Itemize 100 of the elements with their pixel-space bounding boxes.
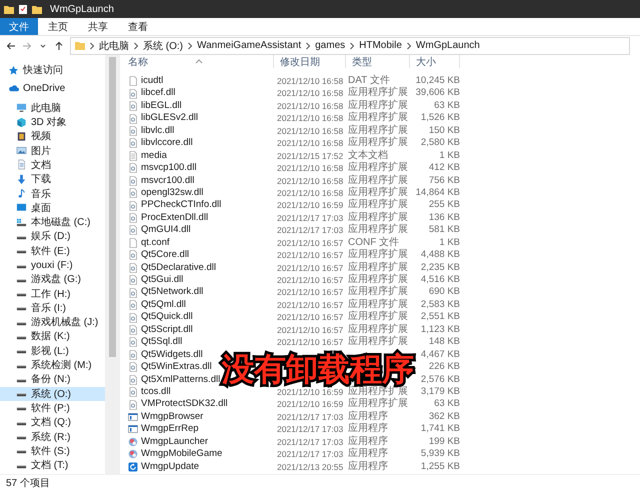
- back-arrow-icon[interactable]: [6, 40, 16, 50]
- sort-caret-icon: [195, 59, 203, 64]
- column-header[interactable]: 修改日期: [274, 55, 346, 68]
- overlay-caption: 没有卸载程序: [222, 352, 414, 387]
- date-cell: 2021/12/10 16:58: [277, 138, 344, 148]
- chevron-icon: [187, 42, 193, 50]
- file-item[interactable]: tcos.dll: [128, 386, 171, 398]
- date-cell: 2021/12/10 16:57: [277, 337, 344, 348]
- file-item[interactable]: media: [128, 150, 167, 162]
- breadcrumb[interactable]: WmGpLaunch: [416, 40, 480, 51]
- file-menu-button[interactable]: 文件: [0, 18, 38, 35]
- ribbon-tab[interactable]: 查看: [118, 18, 158, 35]
- file-item[interactable]: WmgpUpdate: [128, 460, 200, 473]
- date-cell: 2021/12/17 17:03: [277, 212, 344, 223]
- desktop-icon: [16, 202, 27, 214]
- file-name: WmgpBrowser: [141, 410, 204, 424]
- file-name: Qt5Declarative.dll: [141, 262, 216, 274]
- date-cell: 2021/12/10 16:58: [277, 126, 344, 136]
- sidebar-item[interactable]: 图片: [0, 143, 105, 158]
- file-item[interactable]: icudtl: [128, 75, 164, 88]
- sidebar-item[interactable]: 3D 对象: [0, 114, 105, 130]
- sidebar-item[interactable]: 游戏盘 (G:): [0, 272, 105, 286]
- file-item[interactable]: WmgpBrowser: [128, 411, 204, 424]
- file-item[interactable]: libcef.dll: [128, 88, 176, 100]
- file-item[interactable]: WmgpErrRep: [128, 423, 199, 436]
- sidebar-item[interactable]: 音乐: [0, 186, 105, 201]
- file-item[interactable]: Qt5Widgets.dll: [128, 348, 203, 361]
- column-header[interactable]: 名称: [120, 55, 274, 68]
- file-item[interactable]: Qt5Qml.dll: [128, 299, 186, 312]
- file-item[interactable]: QmGUI4.dll: [128, 224, 191, 236]
- file-item[interactable]: WmgpMobileGame: [128, 448, 222, 460]
- file-item[interactable]: Qt5WinExtras.dll: [128, 361, 212, 374]
- sidebar-item[interactable]: 游戏机械盘 (J:): [0, 315, 105, 330]
- sidebar-item[interactable]: 工作 (H:): [0, 286, 105, 301]
- file-name: WmgpErrRep: [141, 423, 199, 436]
- size-cell: 4,516 KB: [420, 274, 460, 285]
- app-icon: [128, 436, 138, 447]
- sidebar-item[interactable]: 系统 (R:): [0, 429, 105, 444]
- file-item[interactable]: msvcr100.dll: [128, 174, 194, 187]
- sidebar-item[interactable]: 软件 (S:): [0, 444, 105, 458]
- address-bar[interactable]: 此电脑 系统 (O:) WanmeiGameAssistant games HTMobile WmGpLaunch: [70, 36, 630, 54]
- scrollbar[interactable]: [105, 55, 120, 474]
- file-item[interactable]: libvlccore.dll: [128, 137, 193, 150]
- file-item[interactable]: Qt5Network.dll: [128, 286, 204, 299]
- sidebar-item[interactable]: 软件 (P:): [0, 400, 105, 416]
- up-arrow-icon[interactable]: [54, 40, 64, 50]
- breadcrumb[interactable]: 此电脑: [99, 38, 129, 52]
- sidebar-item[interactable]: 系统 (O:): [0, 386, 105, 401]
- file-item[interactable]: msvcp100.dll: [128, 162, 196, 174]
- file-item[interactable]: opengl32sw.dll: [128, 187, 204, 200]
- sidebar-item[interactable]: 下载: [0, 172, 105, 186]
- sidebar-item[interactable]: 备份 (N:): [0, 372, 105, 387]
- file-item[interactable]: VMProtectSDK32.dll: [128, 398, 228, 411]
- date-cell: 2021/12/10 16:57: [277, 300, 344, 310]
- file-item[interactable]: qt.conf: [128, 236, 170, 249]
- size-cell: 150 KB: [428, 124, 460, 136]
- chevron-icon: [305, 42, 312, 50]
- sidebar-item[interactable]: 文档: [0, 158, 105, 172]
- breadcrumb[interactable]: games: [315, 40, 346, 51]
- ribbon-tab[interactable]: 主页: [38, 18, 78, 35]
- file-name: WmgpLauncher: [141, 436, 208, 448]
- file-item[interactable]: libEGL.dll: [128, 100, 182, 112]
- breadcrumb[interactable]: WanmeiGameAssistant: [197, 40, 302, 51]
- date-cell: 2021/12/10 16:59: [277, 386, 344, 397]
- file-item[interactable]: PPCheckCTInfo.dll: [128, 200, 222, 212]
- sidebar-item[interactable]: 影视 (L:): [0, 344, 105, 358]
- sidebar-item[interactable]: 文档 (T:): [0, 458, 105, 472]
- sidebar-item[interactable]: 数据 (K:): [0, 329, 105, 344]
- sidebar-item[interactable]: 音乐 (I:): [0, 300, 105, 316]
- file-item[interactable]: WmgpLauncher: [128, 436, 208, 448]
- breadcrumb[interactable]: HTMobile: [359, 40, 402, 51]
- sidebar-item[interactable]: 娱乐 (D:): [0, 229, 105, 244]
- sidebar-item[interactable]: 文档 (Q:): [0, 415, 105, 430]
- file-item[interactable]: libGLESv2.dll: [128, 112, 198, 125]
- file-name: libvlc.dll: [141, 124, 174, 138]
- sidebar-item[interactable]: 本地磁盘 (C:): [0, 214, 105, 230]
- file-item[interactable]: Qt5Gui.dll: [128, 274, 184, 286]
- sidebar-item[interactable]: 系统检测 (M:): [0, 358, 105, 372]
- file-item[interactable]: Qt5Script.dll: [128, 324, 193, 336]
- sidebar-item[interactable]: 视频: [0, 129, 105, 144]
- sidebar-item[interactable]: 桌面: [0, 200, 105, 215]
- sidebar-item[interactable]: OneDrive: [0, 82, 105, 96]
- file-item[interactable]: Qt5Declarative.dll: [128, 262, 216, 274]
- sidebar-item[interactable]: youxi (F:): [0, 258, 105, 272]
- file-item[interactable]: ProcExtenDll.dll: [128, 212, 208, 224]
- column-header[interactable]: 类型: [346, 55, 410, 68]
- sidebar-item[interactable]: 此电脑: [0, 100, 105, 115]
- file-item[interactable]: libvlc.dll: [128, 124, 174, 137]
- sidebar-item[interactable]: 快速访问: [0, 63, 105, 78]
- file-item[interactable]: Qt5Core.dll: [128, 249, 190, 262]
- file-icon: [128, 76, 138, 86]
- file-item[interactable]: Qt5Sql.dll: [128, 336, 182, 348]
- sidebar-item[interactable]: 软件 (E:): [0, 244, 105, 258]
- ribbon-tab[interactable]: 共享: [78, 18, 118, 35]
- file-item[interactable]: Qt5Quick.dll: [128, 312, 193, 324]
- column-header[interactable]: 大小: [410, 55, 460, 68]
- size-cell: 1,255 KB: [420, 460, 460, 472]
- type-cell: 应用程序扩展: [348, 100, 408, 111]
- date-cell: 2021/12/10 16:58: [277, 188, 344, 198]
- breadcrumb[interactable]: 系统 (O:): [143, 38, 183, 52]
